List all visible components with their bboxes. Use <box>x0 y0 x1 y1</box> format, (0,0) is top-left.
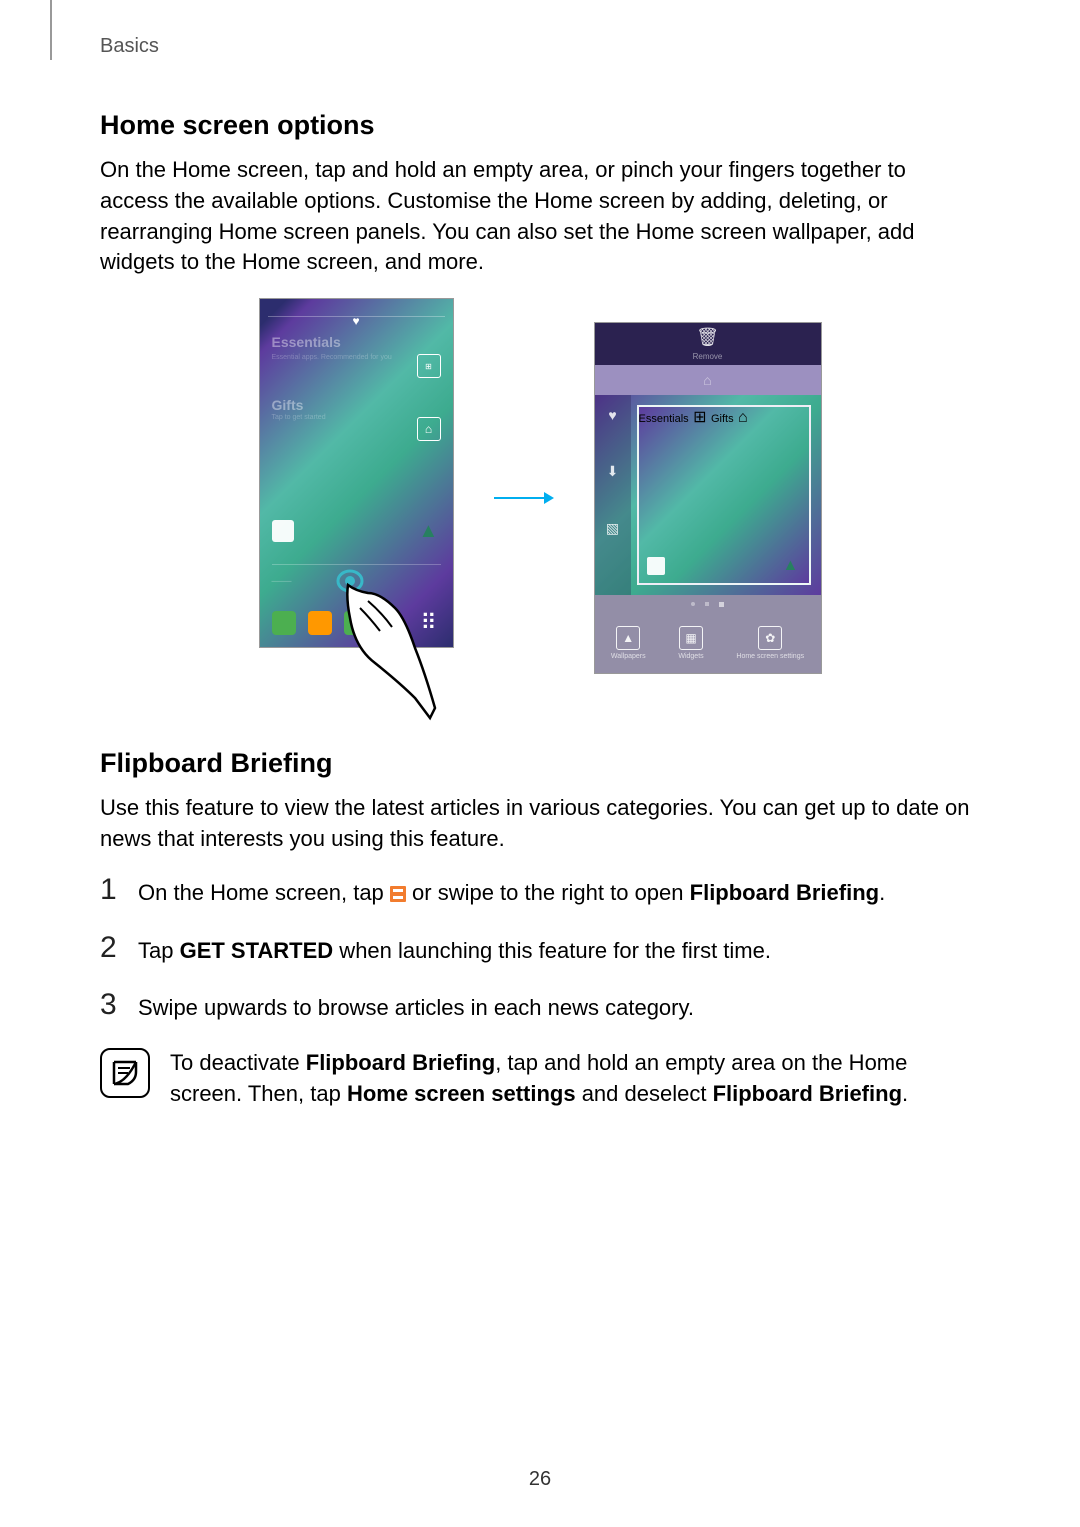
note-text-b1: Flipboard Briefing <box>306 1050 495 1075</box>
note-icon <box>100 1048 150 1098</box>
step-1-text-post: or swipe to the right to open <box>406 880 690 905</box>
home-settings-label: Home screen settings <box>736 653 804 660</box>
phone-icon <box>272 611 296 635</box>
step-1-text-bold: Flipboard Briefing <box>690 880 879 905</box>
widgets-button: ▦ Widgets <box>678 626 703 660</box>
step-2-text-bold: GET STARTED <box>180 938 334 963</box>
step-1: 1 On the Home screen, tap or swipe to th… <box>100 875 980 909</box>
apps-icon: ⠿ <box>417 611 441 635</box>
page-margin-bar <box>50 0 52 60</box>
home-settings-button: ✿ Home screen settings <box>736 626 804 660</box>
widget-label-gifts: Gifts <box>272 397 304 413</box>
arrow-right-icon <box>494 488 554 508</box>
step-3-text: Swipe upwards to browse articles in each… <box>138 990 980 1024</box>
wallpapers-icon: ▲ <box>616 626 640 650</box>
wallpapers-label: Wallpapers <box>611 653 646 660</box>
note-text-pre: To deactivate <box>170 1050 306 1075</box>
heading-flipboard-briefing: Flipboard Briefing <box>100 748 980 779</box>
breadcrumb: Basics <box>100 35 159 58</box>
picture-icon: ▧ <box>606 520 619 537</box>
step-2-text-pre: Tap <box>138 938 180 963</box>
step-number: 3 <box>100 990 120 1020</box>
app-icon <box>647 557 665 575</box>
apps-grid-icon: ⊞ <box>417 354 441 378</box>
step-number: 1 <box>100 875 120 905</box>
page-dot <box>705 602 709 606</box>
widget-label-essentials: Essentials <box>272 334 341 350</box>
step-number: 2 <box>100 933 120 963</box>
note-text-end: . <box>902 1081 908 1106</box>
messages-icon <box>344 611 368 635</box>
heading-home-screen-options: Home screen options <box>100 110 980 141</box>
page-dot <box>691 602 695 606</box>
trash-label: Remove <box>693 352 723 361</box>
widget-sublabel-gifts: Tap to get started <box>272 414 326 421</box>
page-number: 26 <box>529 1468 551 1491</box>
panel-label-essentials: Essentials <box>639 413 689 425</box>
trash-icon: 🗑 <box>696 327 719 348</box>
step-3: 3 Swipe upwards to browse articles in ea… <box>100 990 980 1024</box>
heart-icon: ♥ <box>608 407 616 423</box>
step-1-text-pre: On the Home screen, tap <box>138 880 390 905</box>
illustration-home-screen-after: 🗑 Remove ⌂ ♥ ⬇ ▧ Essentials ⊞ Gifts ⌂ <box>594 322 822 674</box>
internet-icon <box>380 611 404 635</box>
tree-icon: ▲ <box>419 520 441 542</box>
gift-icon: ⌂ <box>417 417 441 441</box>
flipboard-tile-icon <box>390 886 406 902</box>
heart-icon: ♥ <box>352 314 359 328</box>
home-outline-icon: ⌂ <box>703 372 711 388</box>
contacts-icon <box>308 611 332 635</box>
apps-grid-icon: ⊞ <box>693 409 706 426</box>
step-2-text-post: when launching this feature for the firs… <box>333 938 771 963</box>
dock-label: —— <box>272 576 292 587</box>
widget-sublabel-essentials: Essential apps. Recommended for you <box>272 354 392 361</box>
wallpapers-button: ▲ Wallpapers <box>611 626 646 660</box>
step-1-text-end: . <box>879 880 885 905</box>
paragraph-flipboard-briefing: Use this feature to view the latest arti… <box>100 793 980 855</box>
note-text-b3: Flipboard Briefing <box>713 1081 902 1106</box>
paragraph-home-screen-options: On the Home screen, tap and hold an empt… <box>100 155 980 278</box>
widgets-label: Widgets <box>678 653 703 660</box>
figure-home-screen-options: ♥ Essentials Essential apps. Recommended… <box>100 298 980 698</box>
download-icon: ⬇ <box>607 463 619 480</box>
illustration-home-screen-before: ♥ Essentials Essential apps. Recommended… <box>259 298 454 648</box>
step-2: 2 Tap GET STARTED when launching this fe… <box>100 933 980 967</box>
panel-label-gifts: Gifts <box>711 413 734 425</box>
tree-icon: ▲ <box>783 557 801 575</box>
note-text-mid2: and deselect <box>576 1081 713 1106</box>
gift-icon: ⌂ <box>738 409 748 426</box>
page-dot-active <box>719 602 724 607</box>
app-icon <box>272 520 294 542</box>
widgets-icon: ▦ <box>679 626 703 650</box>
note-text-b2: Home screen settings <box>347 1081 576 1106</box>
note-block: To deactivate Flipboard Briefing, tap an… <box>100 1048 980 1110</box>
settings-icon: ✿ <box>758 626 782 650</box>
